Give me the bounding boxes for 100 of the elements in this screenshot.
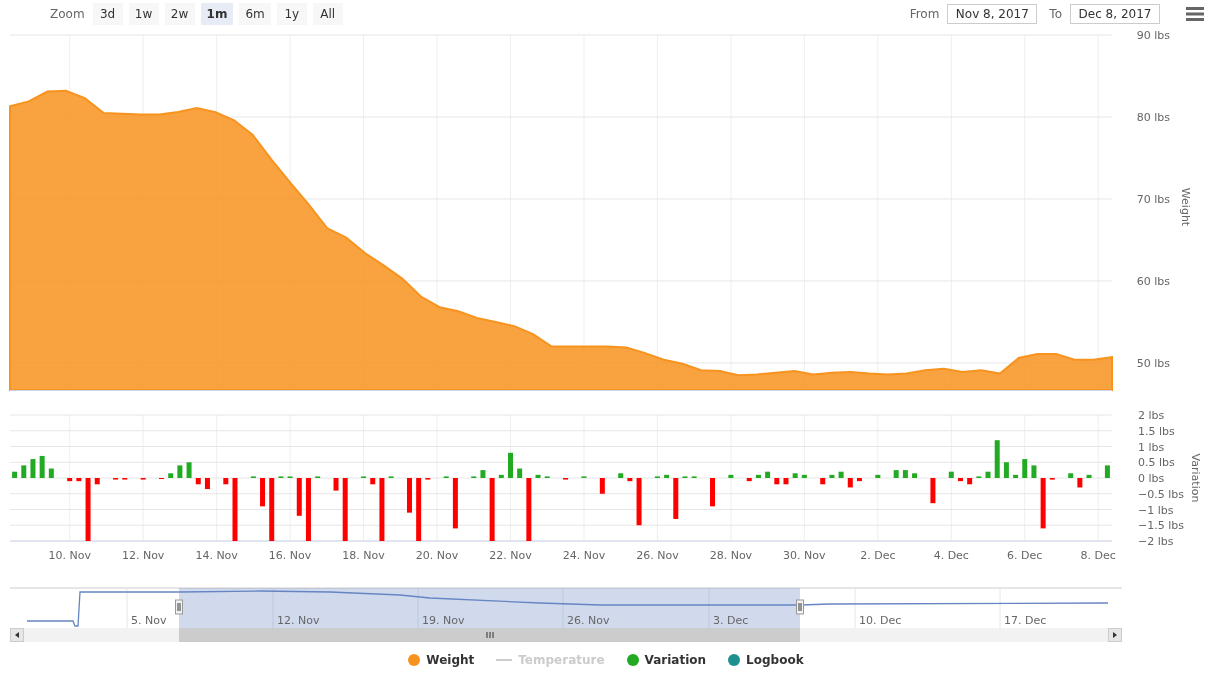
variation-bar <box>177 465 183 478</box>
variation-bar <box>305 478 311 541</box>
axis-label: 26. Nov <box>636 549 679 562</box>
variation-bar <box>269 478 275 541</box>
axis-label: 50 lbs <box>1136 356 1170 370</box>
variation-bar <box>94 478 100 485</box>
variation-bar <box>195 478 201 485</box>
legend-item[interactable]: Weight <box>408 653 475 667</box>
variation-bar <box>673 478 679 519</box>
legend-item[interactable]: Variation <box>626 653 707 667</box>
zoom-range-button[interactable]: 6m <box>239 2 271 25</box>
axis-label: 10. Nov <box>48 549 91 562</box>
variation-bar <box>765 471 771 478</box>
variation-bar <box>627 478 633 482</box>
navigator-handle[interactable] <box>796 599 804 615</box>
scroll-right-button[interactable] <box>1108 628 1122 642</box>
variation-bar <box>21 465 27 478</box>
axis-label: 1 lbs <box>1138 440 1165 454</box>
navigator-axis-label: 10. Dec <box>859 614 902 627</box>
variation-bar <box>342 478 348 541</box>
variation-bar <box>535 474 541 478</box>
from-date-field[interactable]: Nov 8, 2017 <box>947 3 1038 24</box>
axis-label: 6. Dec <box>1007 549 1043 562</box>
variation-bar <box>1031 465 1037 478</box>
variation-bar <box>792 473 798 478</box>
grip-icon <box>486 631 494 639</box>
axis-label: 0.5 lbs <box>1138 456 1175 470</box>
to-label: To <box>1049 6 1062 21</box>
variation-bar <box>1104 465 1110 478</box>
to-date-field[interactable]: Dec 8, 2017 <box>1070 3 1160 24</box>
variation-bar <box>1040 478 1046 529</box>
variation-bar <box>948 471 954 478</box>
variation-bar <box>379 478 385 541</box>
zoom-range-button[interactable]: All <box>312 2 343 25</box>
variation-bar <box>820 478 826 485</box>
axis-label: −1.5 lbs <box>1138 519 1184 533</box>
variation-bar <box>902 470 908 478</box>
navigator-axis-label: 19. Nov <box>422 614 465 627</box>
axis-label: −1 lbs <box>1138 503 1174 517</box>
menu-icon[interactable] <box>1186 6 1204 21</box>
axis-label: 20. Nov <box>415 549 459 562</box>
variation-bar <box>1022 459 1028 478</box>
scroll-left-button[interactable] <box>10 628 24 642</box>
scrollbar-thumb[interactable] <box>179 628 800 642</box>
variation-bar <box>223 478 229 485</box>
zoom-range-button[interactable]: 1y <box>276 2 307 25</box>
variation-bar <box>801 474 807 478</box>
axis-label: 14. Nov <box>195 549 238 562</box>
variation-bar <box>85 478 91 541</box>
variation-bar <box>664 474 670 478</box>
navigator-selection[interactable] <box>179 588 800 628</box>
zoom-range-button[interactable]: 1w <box>128 2 159 25</box>
variation-bar <box>12 471 18 478</box>
navigator-axis-label: 5. Nov <box>131 614 167 627</box>
variation-bar <box>67 478 73 482</box>
variation-bar <box>48 468 54 478</box>
navigator-handle[interactable] <box>175 599 183 615</box>
from-label: From <box>909 6 940 21</box>
axis-label: 8. Dec <box>1080 549 1116 562</box>
axis-label: 24. Nov <box>562 549 606 562</box>
axis-title: Variation <box>1189 453 1202 503</box>
zoom-range-button[interactable]: 2w <box>164 2 195 25</box>
variation-bar <box>636 478 642 526</box>
variation-bar <box>480 470 486 478</box>
variation-bar <box>958 478 963 482</box>
variation-bar <box>489 478 495 541</box>
variation-bar <box>1077 478 1083 488</box>
variation-bar <box>930 478 936 504</box>
zoom-label: Zoom <box>50 6 85 21</box>
axis-label: 16. Nov <box>268 549 312 562</box>
variation-bar <box>829 474 835 478</box>
variation-bar <box>508 452 513 478</box>
axis-label: 22. Nov <box>489 549 532 562</box>
variation-bar <box>618 473 624 478</box>
axis-label: 0 lbs <box>1138 472 1165 485</box>
variation-bar <box>260 478 266 507</box>
axis-title: Weight <box>1179 187 1192 227</box>
variation-bar <box>755 474 761 478</box>
variation-bar <box>407 478 412 513</box>
variation-bar <box>967 478 973 485</box>
variation-bar <box>1068 473 1074 478</box>
variation-bar <box>30 459 36 478</box>
variation-bar <box>746 478 752 482</box>
variation-bar <box>416 478 422 541</box>
zoom-range-button[interactable]: 3d <box>92 2 123 25</box>
variation-bar <box>296 478 302 516</box>
axis-label: 70 lbs <box>1136 192 1170 206</box>
variation-bar <box>526 478 532 541</box>
axis-label: 12. Nov <box>121 549 165 562</box>
variation-bar <box>893 470 899 478</box>
axis-label: 18. Nov <box>342 549 385 562</box>
legend-item[interactable]: Logbook <box>728 653 804 667</box>
axis-label: 60 lbs <box>1136 274 1170 288</box>
legend-line <box>496 659 513 661</box>
variation-bar <box>728 474 734 478</box>
navigator-axis-label: 26. Nov <box>567 614 610 627</box>
variation-bar <box>783 478 789 485</box>
axis-label: 4. Dec <box>933 549 969 562</box>
variation-bar <box>39 455 45 478</box>
zoom-range-button[interactable]: 1m <box>200 2 234 25</box>
